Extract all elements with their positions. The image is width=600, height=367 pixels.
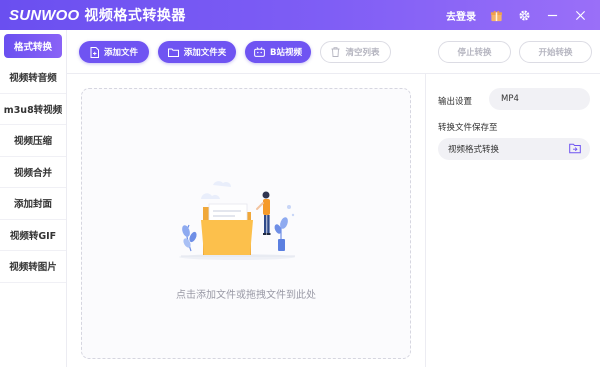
toolbar: 添加文件 添加文件夹 B站视频 清空列表 停止转换 开始转换 <box>67 30 600 74</box>
sidebar-item-video-to-audio[interactable]: 视频转音频 <box>0 62 66 94</box>
sidebar-item-video-merge[interactable]: 视频合并 <box>0 157 66 188</box>
output-format-value: MP4 <box>501 94 519 104</box>
bilibili-video-button[interactable]: B站视频 <box>245 41 311 63</box>
bilibili-icon <box>254 47 265 57</box>
empty-folder-illustration <box>179 181 295 260</box>
save-location-label: 转换文件保存至 <box>438 123 498 133</box>
close-icon[interactable] <box>572 7 588 23</box>
open-folder-icon[interactable] <box>569 143 581 157</box>
minimize-icon[interactable] <box>544 7 560 23</box>
add-folder-button[interactable]: 添加文件夹 <box>158 41 236 63</box>
login-link[interactable]: 去登录 <box>446 8 476 23</box>
folder-icon <box>167 48 179 57</box>
trash-icon <box>331 47 340 57</box>
brand: SUNWOO 视频格式转换器 <box>9 5 186 25</box>
output-format-select[interactable]: MP4 <box>489 88 590 110</box>
file-dropzone[interactable]: 点击添加文件或拖拽文件到此处 <box>81 88 411 359</box>
stop-convert-label: 停止转换 <box>457 48 492 58</box>
bilibili-label: B站视频 <box>270 48 302 58</box>
start-convert-label: 开始转换 <box>538 48 573 58</box>
app-title: 视频格式转换器 <box>84 8 186 24</box>
output-settings-label: 输出设置 <box>438 97 473 107</box>
title-bar: SUNWOO 视频格式转换器 去登录 <box>0 0 600 30</box>
clear-list-label: 清空列表 <box>345 48 380 58</box>
stop-convert-button[interactable]: 停止转换 <box>438 41 511 63</box>
file-icon <box>90 46 99 58</box>
sidebar-item-video-to-image[interactable]: 视频转图片 <box>0 251 66 283</box>
gift-icon[interactable] <box>488 7 504 23</box>
gear-icon[interactable] <box>516 7 532 23</box>
start-convert-button[interactable]: 开始转换 <box>519 41 592 63</box>
save-path-value: 视频格式转换 <box>448 145 500 155</box>
sidebar-item-format-convert[interactable]: 格式转换 <box>4 34 62 58</box>
title-actions: 去登录 <box>446 0 600 30</box>
logo: SUNWOO <box>9 6 80 24</box>
add-file-button[interactable]: 添加文件 <box>79 41 149 63</box>
add-file-label: 添加文件 <box>103 48 138 58</box>
main-panel: 点击添加文件或拖拽文件到此处 <box>67 74 425 367</box>
sidebar-item-add-cover[interactable]: 添加封面 <box>0 188 66 220</box>
add-folder-label: 添加文件夹 <box>183 48 227 58</box>
save-path-field[interactable]: 视频格式转换 <box>438 138 590 160</box>
sidebar: 格式转换 视频转音频 m3u8转视频 视频压缩 视频合并 添加封面 视频转GIF… <box>0 30 67 367</box>
sidebar-item-video-to-gif[interactable]: 视频转GIF <box>0 220 66 251</box>
dropzone-hint: 点击添加文件或拖拽文件到此处 <box>176 290 316 301</box>
settings-panel: 输出设置 MP4 转换文件保存至 视频格式转换 <box>425 74 600 367</box>
clear-list-button[interactable]: 清空列表 <box>320 41 391 63</box>
sidebar-item-m3u8-to-video[interactable]: m3u8转视频 <box>0 94 66 125</box>
sidebar-item-video-compress[interactable]: 视频压缩 <box>0 125 66 157</box>
